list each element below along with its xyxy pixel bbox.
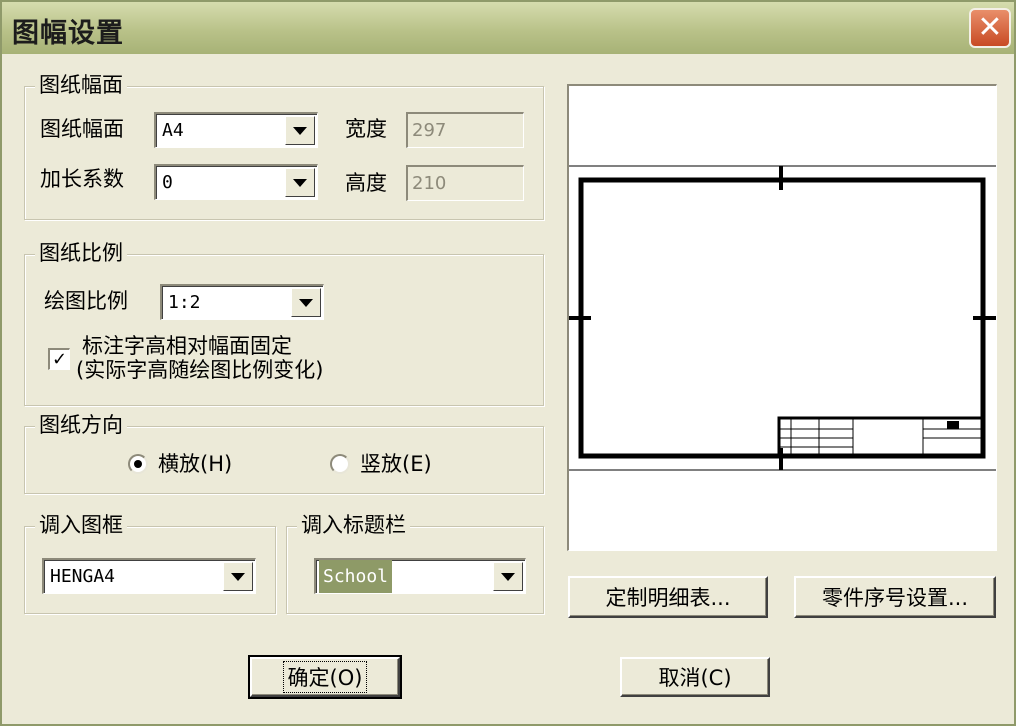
window-title: 图幅设置 [12,18,124,49]
width-value: 297 [412,120,447,141]
load-frame-legend: 调入图框 [35,510,127,540]
close-icon: ✕ [977,10,1003,45]
drawing-preview [567,84,997,551]
title-bar[interactable]: 图幅设置 ✕ [2,2,1014,54]
drawing-scale-value: 1:2 [168,292,201,313]
check-icon: ✓ [51,348,68,370]
title-block-value: School [319,560,393,593]
frame-value: HENGA4 [50,566,116,587]
landscape-radio[interactable] [128,454,148,474]
cancel-button[interactable]: 取消(C) [620,657,770,697]
radio-dot [134,460,142,468]
height-value: 210 [412,173,447,194]
title-block-preview [777,416,985,458]
drawing-frame [578,177,986,459]
dialog-window: 图幅设置 ✕ 图纸幅面 图纸幅面 A4 宽度 297 加长系数 0 高度 210… [0,0,1016,726]
width-label: 宽度 [345,117,387,141]
chevron-down-icon [293,126,307,135]
paper-outline [569,165,996,471]
orientation-legend: 图纸方向 [35,410,127,440]
close-button[interactable]: ✕ [969,8,1011,48]
frame-dropdown-button[interactable] [223,562,253,591]
width-field: 297 [406,112,524,148]
chevron-down-icon [501,572,515,581]
extend-factor-dropdown-button[interactable] [285,168,315,197]
fixed-text-height-label-line2: (实际字高随绘图比例变化) [76,358,324,382]
chevron-down-icon [231,572,245,581]
drawing-preview-canvas [569,165,996,471]
height-label: 高度 [345,171,387,195]
title-block-select[interactable]: School [314,558,526,594]
centering-marks [569,166,996,470]
paper-size-dropdown-button[interactable] [285,116,315,145]
title-block-dropdown-button[interactable] [493,562,523,591]
landscape-label[interactable]: 横放(H) [158,449,232,479]
part-number-settings-button[interactable]: 零件序号设置... [794,576,996,618]
extend-factor-select[interactable]: 0 [154,164,318,200]
drawing-scale-dropdown-button[interactable] [291,288,321,317]
drawing-scale-label: 绘图比例 [44,289,128,313]
ok-button-label: 确定(O) [282,661,368,693]
paper-size-select[interactable]: A4 [154,112,318,148]
paper-size-label: 图纸幅面 [40,117,124,141]
fixed-text-height-checkbox[interactable]: ✓ [48,348,70,370]
custom-bom-button[interactable]: 定制明细表... [568,576,768,618]
paper-scale-legend: 图纸比例 [35,238,127,268]
drawing-scale-select[interactable]: 1:2 [160,284,324,320]
portrait-label[interactable]: 竖放(E) [360,449,432,479]
paper-size-value: A4 [162,120,184,141]
frame-select[interactable]: HENGA4 [42,558,256,594]
chevron-down-icon [299,298,313,307]
paper-size-legend: 图纸幅面 [35,70,127,100]
orientation-group: 图纸方向 [24,410,544,494]
portrait-radio[interactable] [330,454,350,474]
load-title-block-legend: 调入标题栏 [297,510,410,540]
extend-factor-label: 加长系数 [40,167,124,191]
ok-button[interactable]: 确定(O) [248,655,402,699]
chevron-down-icon [293,178,307,187]
extend-factor-value: 0 [162,172,173,193]
height-field: 210 [406,165,524,201]
